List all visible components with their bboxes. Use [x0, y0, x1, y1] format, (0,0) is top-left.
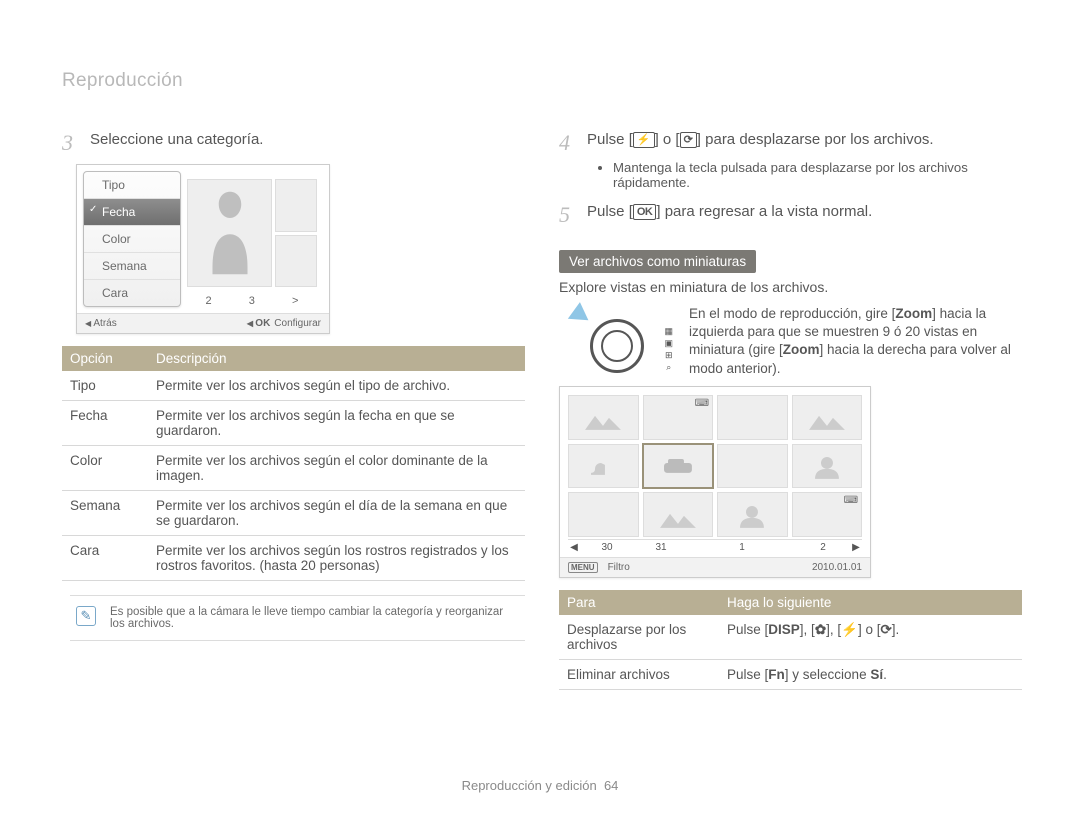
- person-silhouette-icon: [205, 188, 255, 278]
- ok-button-icon: OK: [633, 204, 657, 220]
- step-4-sub: Mantenga la tecla pulsada para desplazar…: [559, 160, 1022, 190]
- step-5-text: Pulse [OK] para regresar a la vista norm…: [587, 202, 872, 222]
- step-5: 5 Pulse [OK] para regresar a la vista no…: [559, 202, 1022, 226]
- flash-button-icon: ⚡: [841, 622, 858, 637]
- actions-header-haga: Haga lo siguiente: [719, 590, 1022, 615]
- print-mark-icon: ⌨: [844, 495, 858, 506]
- step-3-text: Seleccione una categoría.: [90, 130, 263, 150]
- back-hint: Atrás: [85, 318, 117, 329]
- thumb-cell: [568, 395, 639, 440]
- fn-button-icon: Fn: [768, 667, 785, 682]
- thumb-cell-selected: [643, 444, 714, 489]
- table-row: FechaPermite ver los archivos según la f…: [62, 401, 525, 446]
- thumb-cell: [568, 492, 639, 537]
- note-box: ✎ Es posible que a la cámara le lleve ti…: [70, 595, 525, 641]
- zoom-ring-icon: [590, 319, 644, 373]
- thumb-cell: [717, 395, 788, 440]
- category-menu-screenshot: Tipo Fecha Color Semana Cara 2 3 > Atrás…: [76, 164, 330, 334]
- category-item-semana: Semana: [84, 253, 180, 280]
- step-5-number: 5: [559, 202, 587, 226]
- category-item-cara: Cara: [84, 280, 180, 306]
- step-3-number: 3: [62, 130, 90, 154]
- zoom-arrow-icon: [564, 302, 589, 328]
- thumbnail-grid-screenshot: ⌨ ⌨ ◀ 30 31 1 2 ▶ MENU: [559, 386, 871, 578]
- category-item-color: Color: [84, 226, 180, 253]
- step-4-bullet: Mantenga la tecla pulsada para desplazar…: [613, 160, 1022, 190]
- zoom-instruction-row: ▦ ▣ ⊞ ⌕ En el modo de reproducción, gire…: [559, 305, 1022, 378]
- thumb-cell: [792, 395, 863, 440]
- table-row: TipoPermite ver los archivos según el ti…: [62, 371, 525, 401]
- ok-hint-icon: OK: [247, 318, 270, 329]
- note-icon: ✎: [76, 606, 96, 626]
- filter-label: Filtro: [608, 562, 630, 573]
- category-preview-thumbs: [187, 179, 317, 287]
- page-section-header: Reproducción: [62, 70, 1022, 92]
- step-4-number: 4: [559, 130, 587, 154]
- print-mark-icon: ⌨: [695, 398, 709, 409]
- options-table: Opción Descripción TipoPermite ver los a…: [62, 346, 525, 581]
- menu-button-icon: MENU: [568, 562, 598, 573]
- category-item-tipo: Tipo: [84, 172, 180, 199]
- thumb-cell: ⌨: [792, 492, 863, 537]
- configure-hint: Configurar: [274, 318, 321, 329]
- category-menu-list: Tipo Fecha Color Semana Cara: [83, 171, 181, 307]
- step-4: 4 Pulse [⚡] o [⟳] para desplazarse por l…: [559, 130, 1022, 154]
- thumbnails-section-title: Ver archivos como miniaturas: [559, 250, 756, 273]
- zoom-ring-graphic: ▦ ▣ ⊞ ⌕: [559, 305, 675, 378]
- macro-button-icon: ✿: [815, 622, 826, 637]
- timer-button-icon: ⟳: [880, 622, 891, 637]
- options-header-descripcion: Descripción: [148, 346, 525, 371]
- step-3: 3 Seleccione una categoría.: [62, 130, 525, 154]
- category-pager: 2 3 >: [187, 295, 317, 307]
- thumb-cell: [792, 444, 863, 489]
- timer-icon: ⟳: [680, 132, 697, 148]
- category-item-fecha: Fecha: [84, 199, 180, 226]
- date-next-icon: ▶: [850, 542, 862, 553]
- page-footer: Reproducción y edición 64: [0, 778, 1080, 793]
- thumbnails-intro: Explore vistas en miniatura de los archi…: [559, 279, 1022, 295]
- note-text: Es posible que a la cámara le lleve tiem…: [110, 606, 503, 630]
- thumb-cell: [717, 492, 788, 537]
- category-screen-footer: Atrás OK Configurar: [77, 313, 329, 333]
- actions-table: Para Haga lo siguiente Desplazarse por l…: [559, 590, 1022, 690]
- zoom-instruction-text: En el modo de reproducción, gire [Zoom] …: [689, 305, 1022, 378]
- thumb-cell: [643, 492, 714, 537]
- flash-icon: ⚡: [633, 132, 655, 148]
- table-row: Eliminar archivos Pulse [Fn] y seleccion…: [559, 659, 1022, 689]
- table-row: CaraPermite ver los archivos según los r…: [62, 536, 525, 581]
- actions-header-para: Para: [559, 590, 719, 615]
- thumbnail-date-full: 2010.01.01: [812, 562, 862, 573]
- thumb-cell: [717, 444, 788, 489]
- left-column: 3 Seleccione una categoría. Tipo Fecha C…: [62, 130, 525, 690]
- table-row: Desplazarse por los archivos Pulse [DISP…: [559, 615, 1022, 660]
- step-4-text: Pulse [⚡] o [⟳] para desplazarse por los…: [587, 130, 934, 150]
- thumb-cell: ⌨: [643, 395, 714, 440]
- table-row: SemanaPermite ver los archivos según el …: [62, 491, 525, 536]
- options-header-opcion: Opción: [62, 346, 148, 371]
- thumbnail-date-bar: ◀ 30 31 1 2 ▶: [568, 539, 862, 555]
- thumbnail-footer: MENU Filtro 2010.01.01: [560, 557, 870, 577]
- disp-button-icon: DISP: [768, 622, 800, 637]
- thumb-cell: [568, 444, 639, 489]
- table-row: ColorPermite ver los archivos según el c…: [62, 446, 525, 491]
- date-prev-icon: ◀: [568, 542, 580, 553]
- right-column: 4 Pulse [⚡] o [⟳] para desplazarse por l…: [559, 130, 1022, 690]
- zoom-side-icons: ▦ ▣ ⊞ ⌕: [664, 325, 673, 373]
